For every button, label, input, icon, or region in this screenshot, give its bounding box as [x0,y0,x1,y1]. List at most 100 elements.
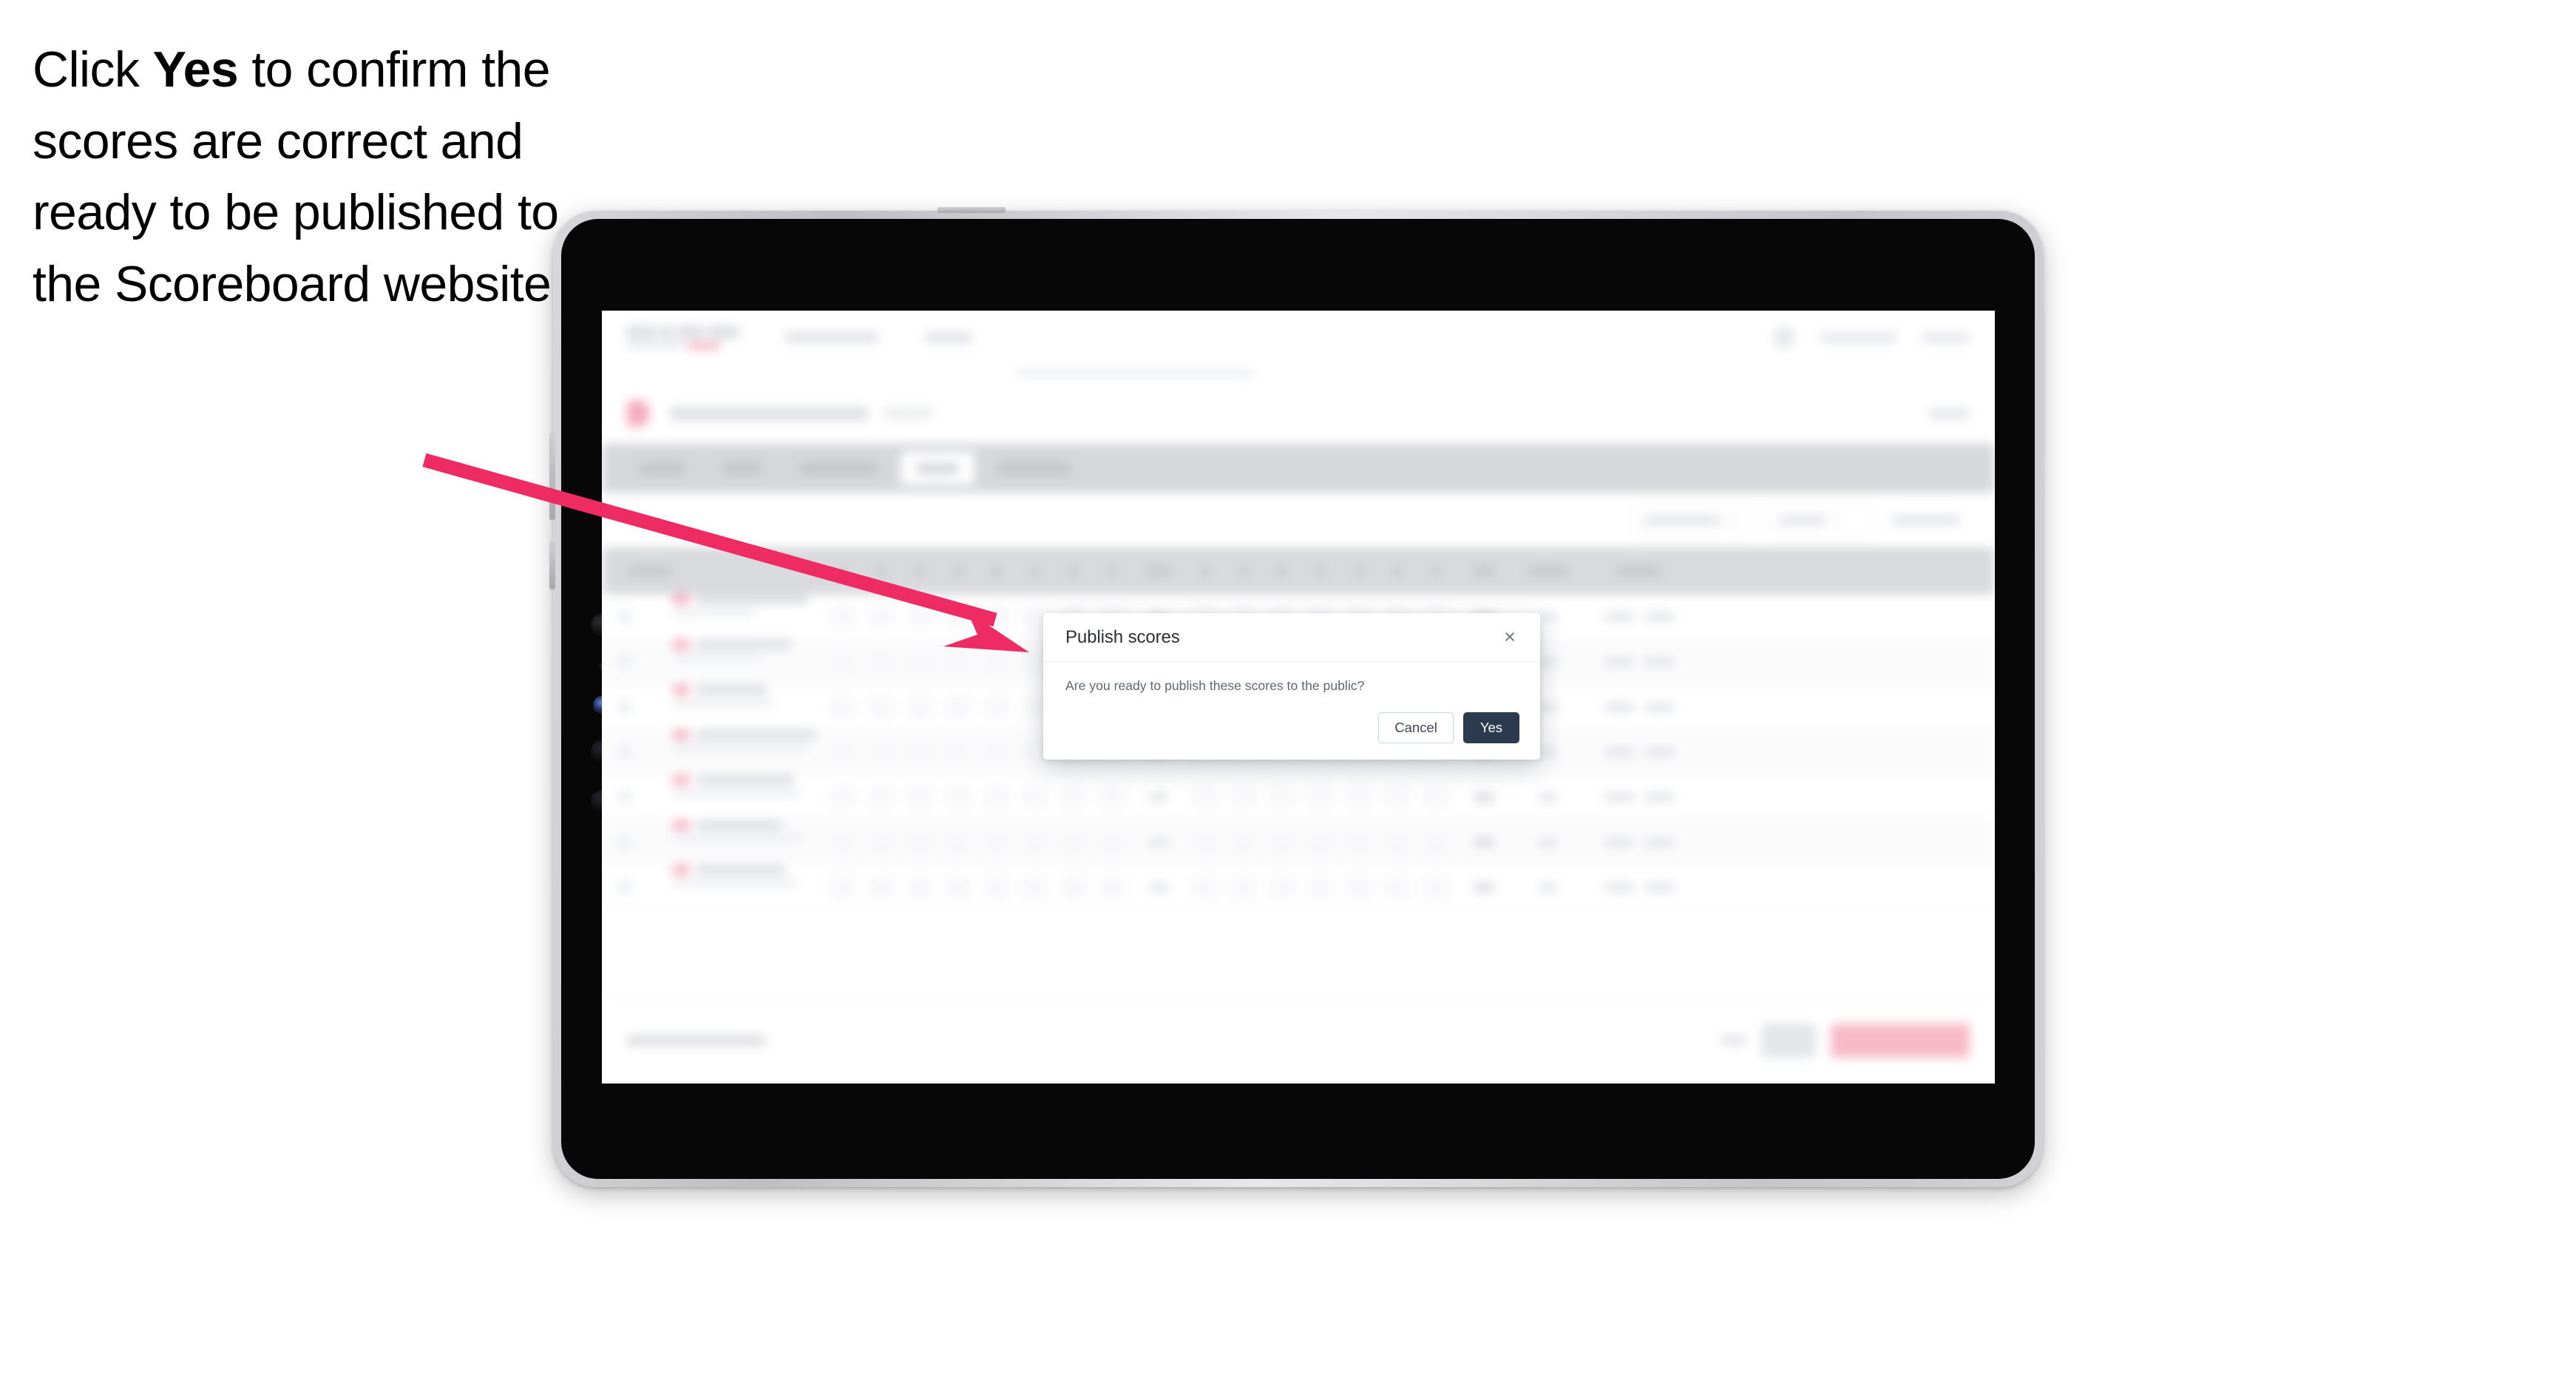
score-cell[interactable] [1023,786,1048,808]
row-checkbox[interactable] [618,791,631,804]
score-cell[interactable] [984,696,1009,718]
row-action-edit[interactable] [1604,703,1634,711]
column-header-player[interactable] [602,547,824,595]
row-action-edit[interactable] [1604,793,1634,802]
yes-button[interactable]: Yes [1462,712,1519,743]
column-header-6[interactable] [1016,547,1054,595]
score-cell[interactable] [946,651,971,673]
nav-sign-out[interactable] [1922,332,1970,342]
score-cell[interactable] [869,651,894,673]
row-action-view[interactable] [1644,883,1674,892]
score-cell[interactable] [1423,786,1448,808]
score-cell[interactable] [830,831,855,853]
scoreboard-logo[interactable] [627,325,739,349]
score-cell[interactable] [830,786,855,808]
score-cell[interactable] [984,876,1009,899]
score-cell[interactable] [984,741,1009,763]
row-action-edit[interactable] [1604,883,1634,892]
row-action-edit[interactable] [1604,748,1634,757]
row-action-view[interactable] [1644,748,1674,757]
column-header-14[interactable] [1340,547,1378,595]
score-cell[interactable] [946,696,971,718]
score-cell[interactable] [907,831,932,853]
volume-down-button[interactable] [549,541,555,589]
column-header-4[interactable] [939,547,977,595]
tab-leaderboard[interactable] [980,452,1087,484]
table-row[interactable] [602,820,1995,865]
score-cell[interactable] [1423,876,1448,899]
score-cell[interactable] [984,831,1009,853]
score-cell[interactable] [1346,786,1372,808]
filter-select-category[interactable] [1633,506,1752,534]
column-header-1[interactable] [824,547,862,595]
column-header-2[interactable] [862,547,901,595]
score-cell[interactable] [1099,831,1125,853]
row-action-view[interactable] [1644,612,1674,621]
column-header-15[interactable] [1378,547,1417,595]
score-cell[interactable] [1023,831,1048,853]
column-header-7[interactable] [1054,547,1093,595]
row-action-view[interactable] [1644,657,1674,666]
row-checkbox[interactable] [618,746,631,759]
publish-scores-button[interactable] [1831,1023,1970,1058]
row-action-view[interactable] [1644,838,1674,847]
column-header-8[interactable] [1093,547,1131,595]
score-cell[interactable] [1270,831,1295,853]
column-header-3[interactable] [901,547,939,595]
score-cell[interactable] [1308,876,1333,899]
score-cell[interactable] [1023,876,1048,899]
score-cell[interactable] [1423,831,1448,853]
score-cell[interactable] [907,876,932,899]
score-cell[interactable] [907,651,932,673]
score-cell[interactable] [869,606,894,628]
column-header-actions[interactable] [1584,547,1695,595]
breadcrumb[interactable] [1016,370,1253,377]
score-cell[interactable] [869,831,894,853]
row-action-view[interactable] [1644,793,1674,802]
score-cell[interactable] [984,651,1009,673]
score-cell[interactable] [830,741,855,763]
score-cell[interactable] [1231,831,1256,853]
score-cell[interactable] [984,606,1009,628]
score-cell[interactable] [1308,786,1333,808]
row-action-edit[interactable] [1604,657,1634,666]
row-action-edit[interactable] [1604,612,1634,621]
score-cell[interactable] [1061,876,1086,899]
column-header-16[interactable] [1417,547,1455,595]
score-cell[interactable] [830,696,855,718]
row-checkbox[interactable] [618,655,631,669]
column-header-12[interactable] [1263,547,1301,595]
column-header-11[interactable] [1224,547,1263,595]
table-row[interactable] [602,775,1995,820]
score-cell[interactable] [1231,876,1256,899]
column-header-total[interactable] [1455,547,1513,595]
score-cell[interactable] [907,606,932,628]
score-cell[interactable] [830,876,855,899]
score-cell[interactable] [1193,831,1218,853]
row-checkbox[interactable] [618,881,631,894]
tab-details[interactable] [623,452,701,484]
score-cell[interactable] [1270,876,1295,899]
score-cell[interactable] [869,876,894,899]
nav-link-events[interactable] [925,331,972,343]
score-cell[interactable] [1193,786,1218,808]
tab-results[interactable] [901,452,975,484]
filter-select-sort[interactable] [1891,515,1970,524]
score-cell[interactable] [946,786,971,808]
score-cell[interactable] [1308,831,1333,853]
score-cell[interactable] [946,831,971,853]
tab-teams[interactable] [707,452,778,484]
score-cell[interactable] [946,876,971,899]
nav-user-name[interactable] [1820,332,1897,342]
score-cell[interactable] [907,696,932,718]
score-cell[interactable] [1061,831,1086,853]
column-header-10[interactable] [1186,547,1224,595]
volume-up-button[interactable] [549,433,555,520]
score-cell[interactable] [1385,831,1410,853]
row-checkbox[interactable] [618,610,631,623]
column-header-13[interactable] [1301,547,1340,595]
score-cell[interactable] [1193,876,1218,899]
score-cell[interactable] [946,606,971,628]
score-cell[interactable] [869,786,894,808]
row-checkbox[interactable] [618,700,631,714]
